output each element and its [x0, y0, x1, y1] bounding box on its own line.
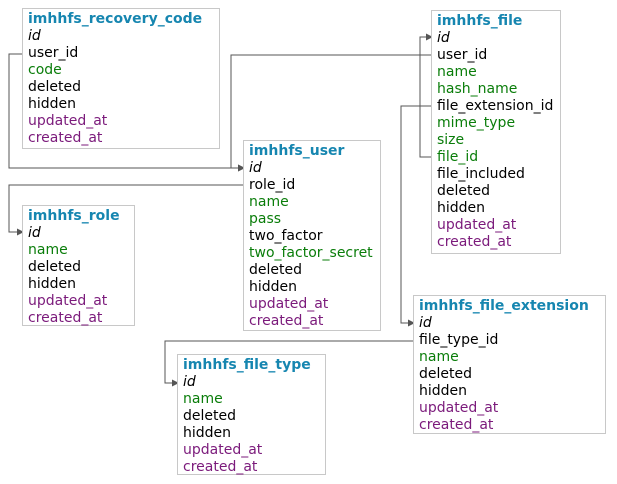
field-name[interactable]: name — [414, 349, 605, 366]
field-size[interactable]: size — [432, 132, 560, 149]
field-created-at[interactable]: created_at — [244, 313, 380, 330]
field-id[interactable]: id — [432, 30, 560, 47]
table-role[interactable]: imhhfs_role id name deleted hidden updated_a… — [22, 205, 135, 326]
connector-file-extension — [400, 105, 433, 327]
table-recovery-code[interactable]: imhhfs_recovery_code id user_id code delete… — [22, 8, 220, 149]
table-title: imhhfs_file — [437, 13, 523, 29]
field-code[interactable]: code — [23, 62, 219, 79]
field-deleted[interactable]: deleted — [432, 183, 560, 200]
field-hidden[interactable]: hidden — [178, 425, 325, 442]
field-created-at[interactable]: created_at — [23, 130, 219, 147]
field-file-extension-id[interactable]: file_extension_id — [432, 98, 560, 115]
field-updated-at[interactable]: updated_at — [23, 113, 219, 130]
field-two-factor[interactable]: two_factor — [244, 228, 380, 245]
field-id[interactable]: id — [414, 315, 605, 332]
field-hidden[interactable]: hidden — [23, 276, 134, 293]
field-role-id[interactable]: role_id — [244, 177, 380, 194]
field-hidden[interactable]: hidden — [23, 96, 219, 113]
field-name[interactable]: name — [178, 391, 325, 408]
field-deleted[interactable]: deleted — [23, 79, 219, 96]
table-title: imhhfs_role — [28, 208, 120, 224]
field-file-type-id[interactable]: file_type_id — [414, 332, 605, 349]
table-title: imhhfs_recovery_code — [28, 11, 203, 27]
table-file-extension[interactable]: imhhfs_file_extension id file_type_id name… — [413, 295, 606, 434]
table-file-type[interactable]: imhhfs_file_type id name deleted hidden upda… — [177, 354, 326, 475]
field-hash-name[interactable]: hash_name — [432, 81, 560, 98]
field-mime-type[interactable]: mime_type — [432, 115, 560, 132]
field-hidden[interactable]: hidden — [244, 279, 380, 296]
field-user-id[interactable]: user_id — [432, 47, 560, 64]
field-deleted[interactable]: deleted — [414, 366, 605, 383]
field-id[interactable]: id — [178, 374, 325, 391]
field-pass[interactable]: pass — [244, 211, 380, 228]
field-created-at[interactable]: created_at — [23, 310, 134, 327]
field-user-id[interactable]: user_id — [23, 45, 219, 62]
field-name[interactable]: name — [244, 194, 380, 211]
table-user[interactable]: imhhfs_user id role_id name pass two_factor t… — [243, 140, 381, 331]
field-updated-at[interactable]: updated_at — [432, 217, 560, 234]
field-updated-at[interactable]: updated_at — [244, 296, 380, 313]
table-title: imhhfs_user — [249, 143, 345, 159]
field-created-at[interactable]: created_at — [178, 459, 325, 476]
field-deleted[interactable]: deleted — [23, 259, 134, 276]
field-deleted[interactable]: deleted — [244, 262, 380, 279]
field-two-factor-secret[interactable]: two_factor_secret — [244, 245, 380, 262]
field-updated-at[interactable]: updated_at — [23, 293, 134, 310]
field-deleted[interactable]: deleted — [178, 408, 325, 425]
field-id[interactable]: id — [23, 225, 134, 242]
field-hidden[interactable]: hidden — [414, 383, 605, 400]
table-file[interactable]: imhhfs_file id user_id name hash_name file_e… — [431, 10, 561, 254]
field-hidden[interactable]: hidden — [432, 200, 560, 217]
field-name[interactable]: name — [432, 64, 560, 81]
field-id[interactable]: id — [244, 160, 380, 177]
table-title: imhhfs_file_type — [183, 357, 311, 373]
field-name[interactable]: name — [23, 242, 134, 259]
field-created-at[interactable]: created_at — [414, 417, 605, 434]
field-file-included[interactable]: file_included — [432, 166, 560, 183]
field-file-id[interactable]: file_id — [432, 149, 560, 166]
field-updated-at[interactable]: updated_at — [178, 442, 325, 459]
table-title: imhhfs_file_extension — [419, 298, 589, 314]
field-updated-at[interactable]: updated_at — [414, 400, 605, 417]
field-id[interactable]: id — [23, 28, 219, 45]
field-created-at[interactable]: created_at — [432, 234, 560, 251]
